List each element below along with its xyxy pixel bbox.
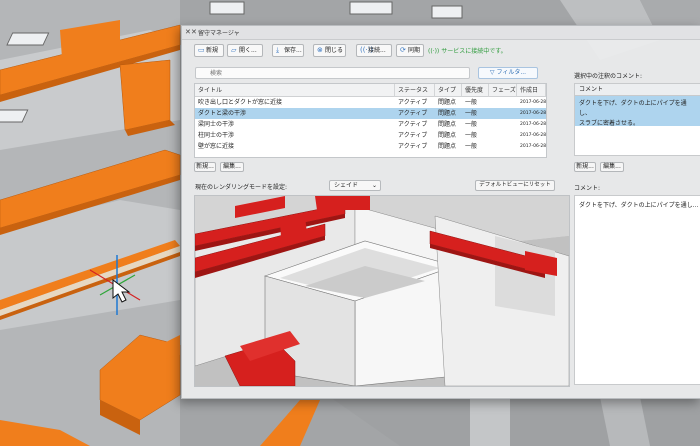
connect-button[interactable]: ((·))接続... (356, 44, 392, 57)
window-title: 留守マネージャ (198, 30, 240, 37)
col-header-type[interactable]: タイプ (435, 84, 462, 97)
comment-label: コメント: (574, 185, 601, 192)
connect-icon: ((·)) (360, 46, 374, 54)
connection-status: ((·)) サービスに接続中です。 (428, 48, 507, 55)
issue-3d-viewport[interactable] (194, 195, 570, 387)
col-header-phase[interactable]: フェーズ (489, 84, 517, 97)
sync-button[interactable]: ⟳ 同期 (396, 44, 424, 57)
search-input[interactable] (195, 67, 470, 79)
close-circle-icon: ⊗ (317, 46, 323, 54)
minimize-icon[interactable]: ✕ (191, 28, 197, 36)
col-header-status[interactable]: ステータス (395, 84, 435, 97)
col-header-title[interactable]: タイトル (195, 84, 395, 97)
comments-heading: 選択中の注釈のコメント: (574, 73, 643, 80)
open-button[interactable]: ▱ 開く... (227, 44, 263, 57)
issues-table: タイトル ステータス タイプ 優先度 フェーズ 作成日 吹き出し口とダクトが窓に… (194, 83, 547, 158)
reset-default-view-button[interactable]: デフォルトビューにリセット (475, 180, 555, 191)
table-row[interactable]: 吹き出し口とダクトが窓に近接 アクティブ 問題点 一般 2017-06-28 (195, 97, 546, 108)
folder-icon: ▱ (231, 46, 237, 54)
sync-icon: ⟳ (400, 46, 406, 54)
toolbar: ▭新規 ▱ 開く... ⤓ 保存... ⊗ 閉じる ((·))接続... ⟳ 同期 ((… (182, 40, 700, 62)
document-icon: ▭ (198, 46, 205, 54)
chevron-down-icon: ⌄ (371, 182, 377, 189)
signal-icon: ((·)) (428, 48, 442, 55)
save-button[interactable]: ⤓ 保存... (272, 44, 304, 57)
filter-button[interactable]: ▽ フィルタ... (478, 67, 538, 79)
table-row[interactable]: 梁同士の干渉 アクティブ 問題点 一般 2017-06-28 (195, 119, 546, 130)
issue-edit-button[interactable]: 編集... (220, 162, 244, 172)
table-row[interactable]: 壁が窓に近接 アクティブ 問題点 一般 2017-06-28 (195, 141, 546, 152)
title-bar[interactable]: ✕ ✕ 留守マネージャ (182, 26, 700, 40)
comment-text-area[interactable]: ダクトを下げ、ダクトの上にパイプを通し... (574, 195, 700, 385)
render-mode-label: 現在のレンダリングモードを設定: (195, 184, 288, 191)
comments-list: ダクトを下げ、ダクトの上にパイプを通し、 スラブに密着させる。 (574, 95, 700, 156)
close-icon[interactable]: ✕ (185, 28, 191, 36)
table-row[interactable]: 柱同士の干渉 アクティブ 問題点 一般 2017-06-28 (195, 130, 546, 141)
comment-edit-button[interactable]: 編集... (600, 162, 624, 172)
close-file-button[interactable]: ⊗ 閉じる (313, 44, 346, 57)
render-mode-select[interactable]: シェイド ⌄ (329, 180, 381, 191)
new-button[interactable]: ▭新規 (194, 44, 224, 57)
col-header-created[interactable]: 作成日 (517, 84, 546, 97)
comment-list-item-selected[interactable]: ダクトを下げ、ダクトの上にパイプを通し、 スラブに密着させる。 (575, 96, 700, 127)
comments-column-header[interactable]: コメント (574, 83, 700, 95)
issue-manager-window: ✕ ✕ 留守マネージャ ▭新規 ▱ 開く... ⤓ 保存... ⊗ 閉じる ((·))… (181, 25, 700, 399)
col-header-priority[interactable]: 優先度 (462, 84, 489, 97)
comment-new-button[interactable]: 新規... (574, 162, 596, 172)
save-icon: ⤓ (276, 46, 280, 54)
issue-new-button[interactable]: 新規... (194, 162, 216, 172)
table-row-selected[interactable]: ダクトと梁の干渉 アクティブ 問題点 一般 2017-06-28 (195, 108, 546, 119)
